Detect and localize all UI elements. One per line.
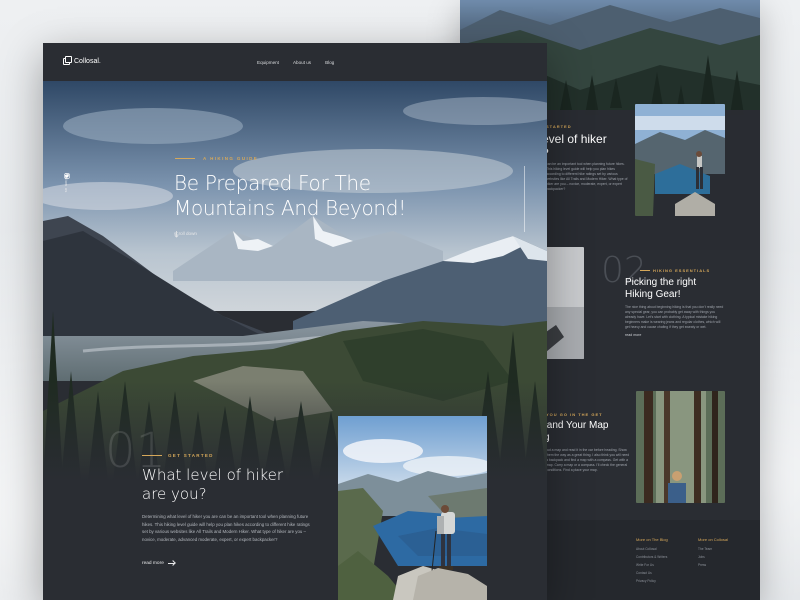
- main-nav: Equipment About us Blog: [257, 60, 334, 65]
- hero-eyebrow: A HIKING GUIDE: [175, 156, 258, 161]
- hero-title-line1: Be Prepared For The: [174, 171, 371, 195]
- back-sec3-body: out a map and read it in the car before …: [546, 448, 630, 472]
- section-body: Determining what level of hiker you are …: [142, 514, 310, 542]
- eyebrow-line: [175, 158, 195, 159]
- back-sec2-title-line1: Picking the right: [625, 277, 697, 288]
- section-eyebrow-text: GET STARTED: [168, 453, 214, 458]
- nav-item-about-us[interactable]: About us: [293, 60, 311, 65]
- hero-divider: [524, 166, 525, 232]
- back-sec3-title-line1: tand Your Map: [544, 420, 609, 431]
- back-sec1-title-line1: evel of hiker: [542, 132, 607, 146]
- footer-link[interactable]: The Team: [698, 547, 712, 551]
- back-sec1-eyebrow: STARTED: [546, 124, 572, 129]
- footer-link[interactable]: Press: [698, 563, 706, 567]
- hero-eyebrow-text: A HIKING GUIDE: [203, 156, 259, 161]
- scroll-down-link[interactable]: scroll down: [174, 231, 197, 238]
- main-page: Collosal. Equipment About us Blog Follow…: [43, 43, 547, 600]
- arrow-down-icon: [174, 231, 179, 238]
- twitter-icon[interactable]: [64, 173, 70, 179]
- footer-link[interactable]: Contributors & Writers: [636, 555, 667, 559]
- back-mist-photo: [546, 247, 584, 359]
- hero-title: Be Prepared For The Mountains And Beyond…: [174, 171, 414, 221]
- section-title-line1: What level of hiker: [142, 466, 284, 484]
- back-read-more-link[interactable]: read more: [625, 333, 641, 337]
- arrow-right-icon: [167, 563, 175, 564]
- back-sec2-body: The nice thing about beginning hiking is…: [625, 305, 724, 329]
- hero-title-line2: Mountains And Beyond!: [174, 196, 406, 220]
- section-eyebrow: GET STARTED: [142, 453, 214, 458]
- footer-link[interactable]: Privacy Policy: [636, 579, 656, 583]
- back-forest-photo: [636, 391, 725, 503]
- eyebrow-line: [142, 455, 162, 456]
- back-sec2-title-line2: Hiking Gear!: [625, 289, 681, 300]
- footer-link[interactable]: Jobs: [698, 555, 705, 559]
- section-title: What level of hiker are you?: [142, 466, 292, 504]
- footer-col1-title: More on The Blog: [636, 537, 668, 542]
- back-sec3-eyebrow: YOU GO IN THE GET: [546, 412, 603, 417]
- logo-icon: [63, 56, 72, 65]
- read-more-label: read more: [142, 561, 164, 566]
- footer-link[interactable]: Write For Us: [636, 563, 654, 567]
- footer-link[interactable]: Contact Us: [636, 571, 652, 575]
- hiker-photo: [338, 416, 487, 600]
- nav-item-equipment[interactable]: Equipment: [257, 60, 279, 65]
- back-sec1-title-line2: ?: [542, 146, 607, 160]
- back-sec1-body: can be an important tool when planning f…: [546, 162, 628, 191]
- top-navigation-bar: Collosal. Equipment About us Blog: [43, 43, 547, 81]
- footer-col2-title: More on Collosal: [698, 537, 729, 542]
- back-hiker-photo: [635, 104, 725, 216]
- read-more-link[interactable]: read more: [142, 561, 175, 566]
- back-sec2-eyebrow: HIKING ESSENTIALS: [653, 268, 711, 273]
- brand-logo[interactable]: Collosal.: [63, 56, 101, 65]
- section-title-line2: are you?: [142, 485, 207, 503]
- back-sec3-title-line2: g: [544, 432, 609, 444]
- footer-link[interactable]: About Collosal: [636, 547, 657, 551]
- nav-item-blog[interactable]: Blog: [325, 60, 334, 65]
- brand-name: Collosal.: [74, 58, 101, 65]
- social-links: Follow us: [64, 173, 70, 193]
